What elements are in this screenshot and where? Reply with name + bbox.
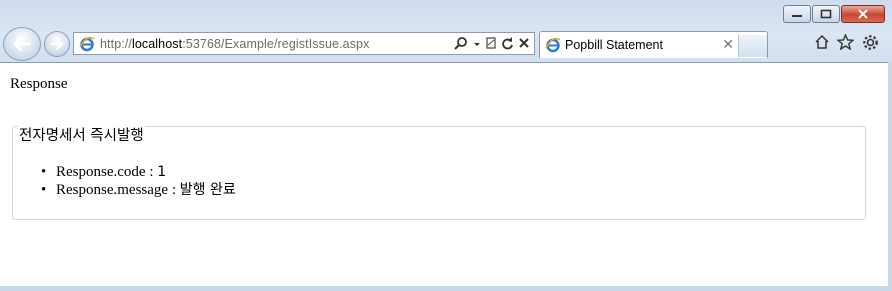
tab-popbill-statement[interactable]: Popbill Statement ✕ <box>539 31 768 58</box>
dropdown-arrow-icon[interactable] <box>473 36 481 51</box>
back-button[interactable] <box>3 27 41 61</box>
refresh-icon[interactable] <box>501 36 514 51</box>
stop-icon[interactable] <box>518 36 530 51</box>
maximize-button[interactable] <box>812 5 840 23</box>
response-list: Response.code : 1 Response.message : 발행 … <box>38 163 236 199</box>
minimize-icon <box>792 15 802 17</box>
address-bar[interactable]: http://localhost:53768/Example/registIss… <box>73 32 535 55</box>
compatibility-view-icon[interactable] <box>485 36 497 51</box>
close-icon <box>858 9 868 19</box>
tab-title: Popbill Statement <box>565 38 663 52</box>
close-window-button[interactable] <box>841 5 885 23</box>
ie-icon <box>79 36 95 51</box>
browser-chrome: http://localhost:53768/Example/registIss… <box>0 0 892 62</box>
search-icon[interactable] <box>453 36 469 51</box>
home-icon[interactable] <box>814 34 830 50</box>
new-tab-button[interactable] <box>738 35 767 57</box>
list-item-message: Response.message : 발행 완료 <box>38 181 236 199</box>
forward-button[interactable] <box>44 31 70 57</box>
window-controls <box>783 5 885 23</box>
page-title: Response <box>10 76 68 92</box>
tab-close-icon[interactable]: ✕ <box>722 36 734 53</box>
gear-icon[interactable] <box>862 34 879 51</box>
minimize-button[interactable] <box>783 5 811 23</box>
maximize-icon <box>820 9 832 19</box>
ie-tab-icon <box>545 37 561 53</box>
list-item-code: Response.code : 1 <box>38 163 236 181</box>
page-content: Response 전자명세서 즉시발행 Response.code : 1 Re… <box>0 62 888 286</box>
address-tools <box>453 36 530 51</box>
favorites-star-icon[interactable] <box>837 34 854 50</box>
fieldset-legend: 전자명세서 즉시발행 <box>18 124 145 145</box>
address-url: http://localhost:53768/Example/registIss… <box>100 36 370 51</box>
arrow-right-icon <box>50 38 64 50</box>
arrow-left-icon <box>12 36 31 52</box>
